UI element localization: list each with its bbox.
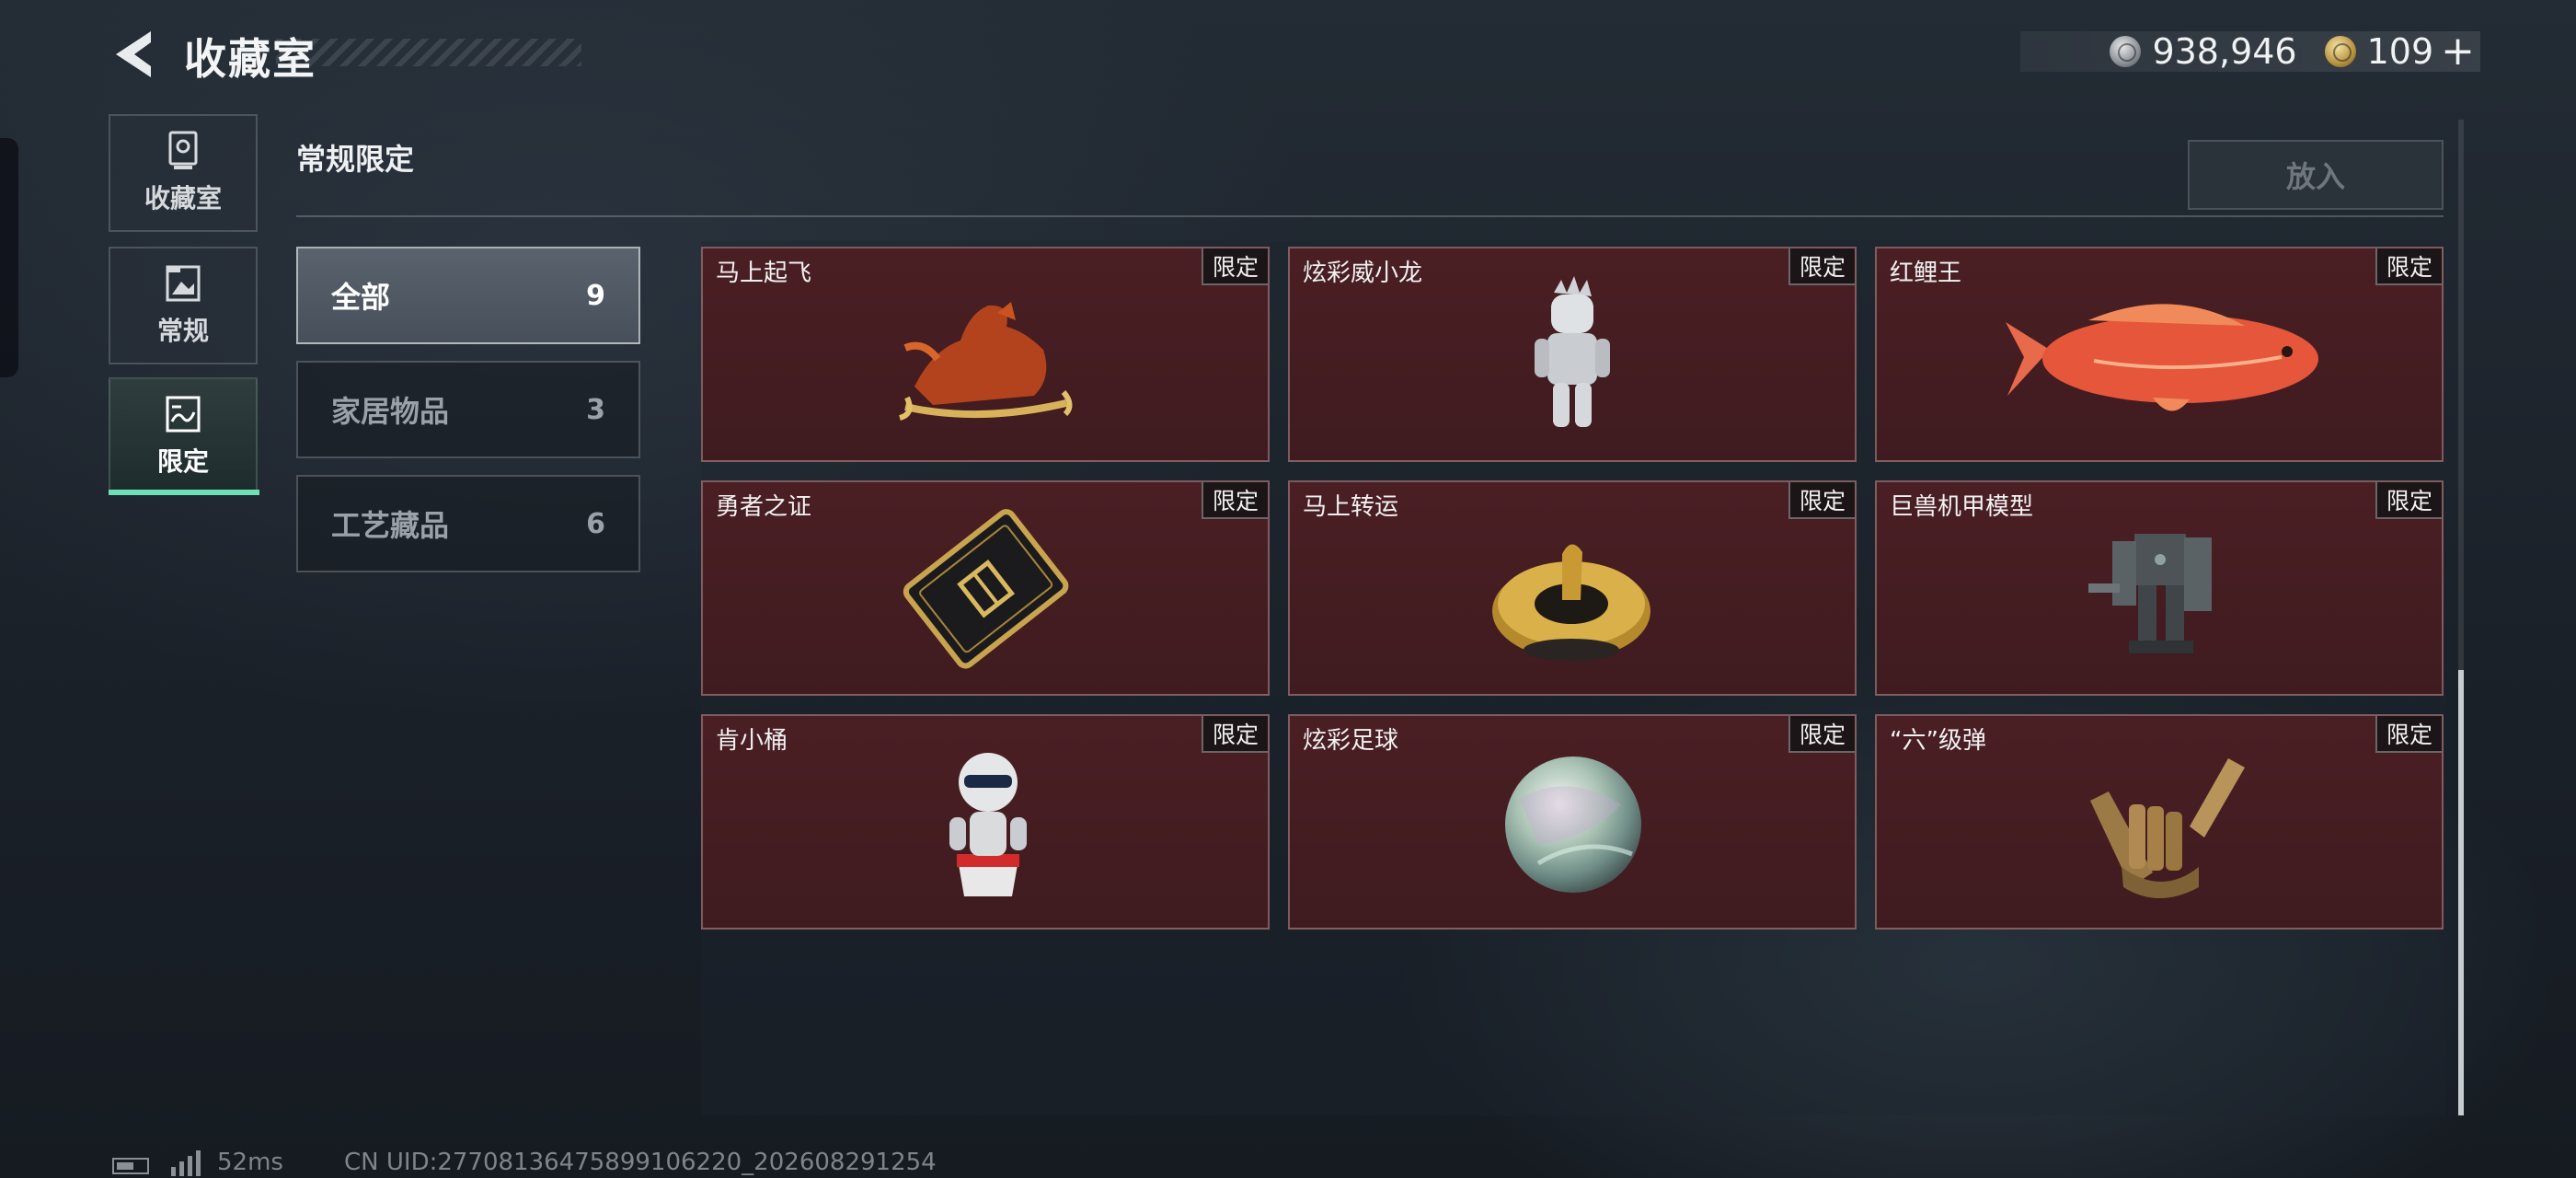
scrollbar-thumb[interactable]	[2458, 670, 2464, 1115]
trophy-icon	[165, 131, 201, 171]
item-name: 马上起飞	[716, 260, 812, 287]
limited-picture-icon	[165, 394, 201, 434]
signal-icon	[171, 1150, 201, 1176]
red-carp-icon	[2006, 304, 2318, 411]
item-card-six-bullets[interactable]: “六”级弹 限定	[1875, 714, 2444, 930]
category-name: 全部	[331, 280, 391, 315]
category-name: 家居物品	[331, 394, 450, 429]
category-crafts[interactable]: 工艺藏品 6	[296, 475, 640, 572]
limited-badge: 限定	[1788, 482, 1855, 519]
limited-badge: 限定	[2375, 716, 2442, 753]
limited-badge: 限定	[1202, 716, 1268, 753]
ping-value: 52ms	[217, 1149, 283, 1176]
back-arrow-icon	[116, 31, 151, 77]
nav-tab-limited[interactable]: 限定	[109, 377, 258, 495]
user-uid: CN UID:27708136475899106220_202608291254	[344, 1149, 937, 1176]
category-name: 工艺藏品	[331, 508, 450, 543]
item-name: 炫彩足球	[1303, 727, 1399, 755]
item-card-horse-sled[interactable]: 马上起飞 限定	[701, 247, 1270, 462]
page-title: 收藏室	[184, 34, 316, 84]
limited-badge: 限定	[1788, 716, 1855, 753]
item-card-mech-model[interactable]: 巨兽机甲模型 限定	[1875, 480, 2444, 696]
limited-badge: 限定	[1202, 482, 1268, 519]
category-count: 3	[586, 393, 605, 426]
item-name: 马上转运	[1303, 493, 1399, 521]
nav-active-indicator	[109, 490, 259, 495]
item-name: “六”级弹	[1890, 727, 1986, 755]
item-card-brave-badge[interactable]: 勇者之证 限定	[701, 480, 1270, 696]
silver-coin-icon	[2110, 36, 2142, 67]
item-card-dragon-figure[interactable]: 炫彩威小龙 限定	[1288, 247, 1857, 462]
nav-tab-regular[interactable]: 常规	[109, 247, 258, 364]
item-card-red-carp[interactable]: 红鲤王 限定	[1875, 247, 2444, 462]
gold-currency-value: 109	[2366, 31, 2434, 72]
item-card-bucket-figure[interactable]: 肯小桶 限定	[701, 714, 1270, 930]
limited-badge: 限定	[1202, 248, 1268, 285]
back-button[interactable]	[109, 28, 166, 81]
put-in-button[interactable]: 放入	[2188, 140, 2444, 210]
item-card-fortune-dial[interactable]: 马上转运 限定	[1288, 480, 1857, 696]
item-name: 肯小桶	[716, 727, 788, 755]
item-name: 炫彩威小龙	[1303, 260, 1423, 287]
currency-bar: 938,946 109 +	[2020, 31, 2480, 72]
category-home-items[interactable]: 家居物品 3	[296, 361, 640, 458]
gold-coin-icon	[2324, 36, 2356, 67]
battery-icon	[112, 1158, 149, 1174]
category-count: 9	[586, 279, 605, 312]
add-currency-button[interactable]: +	[2441, 31, 2475, 72]
item-name: 勇者之证	[716, 493, 812, 521]
limited-badge: 限定	[2375, 482, 2442, 519]
nav-tab-label: 限定	[156, 446, 209, 477]
title-decoration	[276, 39, 581, 66]
item-card-iridescent-ball[interactable]: 炫彩足球 限定	[1288, 714, 1857, 930]
item-name: 红鲤王	[1890, 260, 1962, 287]
left-edge-handle	[0, 138, 18, 377]
nav-tab-collection-room[interactable]: 收藏室	[109, 114, 258, 232]
picture-icon	[165, 263, 201, 304]
category-count: 6	[586, 507, 605, 540]
silver-currency-value: 938,946	[2152, 31, 2297, 72]
limited-badge: 限定	[1788, 248, 1855, 285]
nav-tab-label: 常规	[156, 316, 209, 346]
nav-tab-label: 收藏室	[144, 183, 222, 214]
category-all[interactable]: 全部 9	[296, 247, 640, 344]
bucket-figure-icon	[949, 753, 1027, 896]
limited-badge: 限定	[2375, 248, 2442, 285]
item-name: 巨兽机甲模型	[1890, 493, 2034, 521]
section-title: 常规限定	[296, 142, 415, 177]
header-divider	[296, 215, 2444, 217]
